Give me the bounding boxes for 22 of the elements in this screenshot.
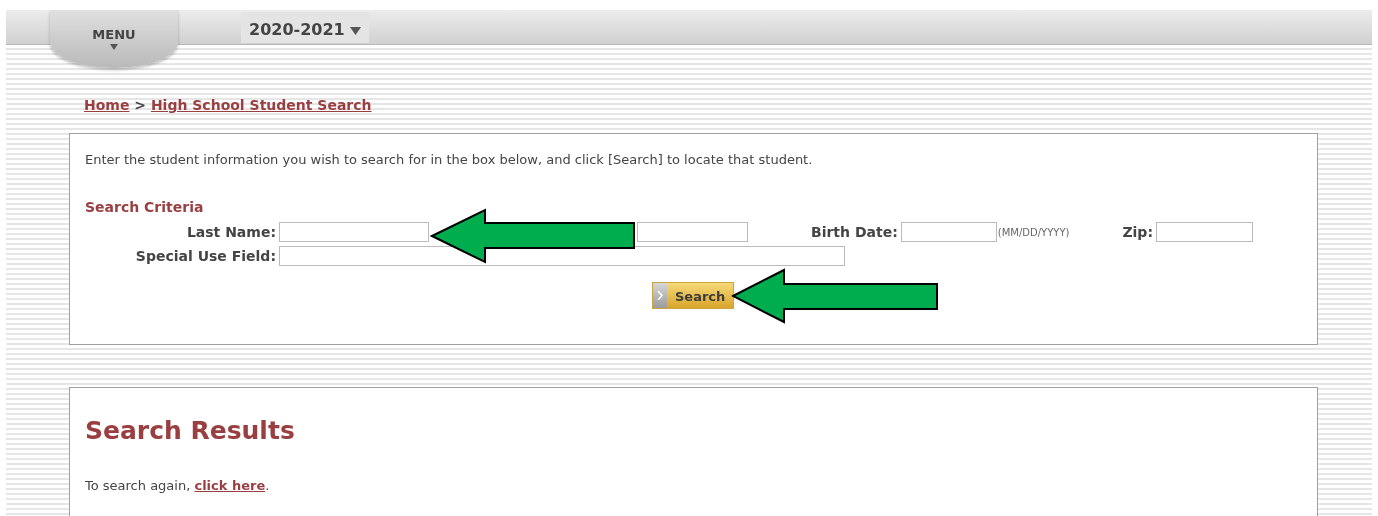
- year-dropdown[interactable]: 2020-2021: [241, 12, 370, 43]
- input-field[interactable]: [279, 246, 845, 266]
- format-hint: (MM/DD/YYYY): [997, 225, 1070, 240]
- input-field[interactable]: [1156, 222, 1253, 242]
- field-label: Birth Date:: [811, 222, 898, 242]
- search-button[interactable]: Search: [652, 281, 735, 309]
- results-title: Search Results: [85, 416, 296, 446]
- chevron-icon: [657, 290, 663, 300]
- menu-tab[interactable]: MENU: [50, 10, 178, 68]
- search-again-text: To search again, click here.: [85, 477, 271, 495]
- field-label: Zip:: [1122, 222, 1153, 242]
- field-label: Special Use Field:: [134, 246, 276, 266]
- caret-icon: [350, 26, 362, 35]
- instructions-text: Enter the student information you wish to search for in the box below, and click [Search] to locate that student.: [85, 151, 814, 169]
- breadcrumb-link[interactable]: Home: [84, 97, 130, 113]
- breadcrumb-link[interactable]: High School Student Search: [150, 97, 372, 113]
- breadcrumb-separator: >: [133, 97, 148, 113]
- input-field[interactable]: [279, 222, 429, 242]
- input-field[interactable]: [637, 222, 748, 242]
- input-field[interactable]: [900, 222, 997, 242]
- section-title: Search Criteria: [85, 197, 205, 217]
- field-label: Last Name:: [185, 222, 276, 242]
